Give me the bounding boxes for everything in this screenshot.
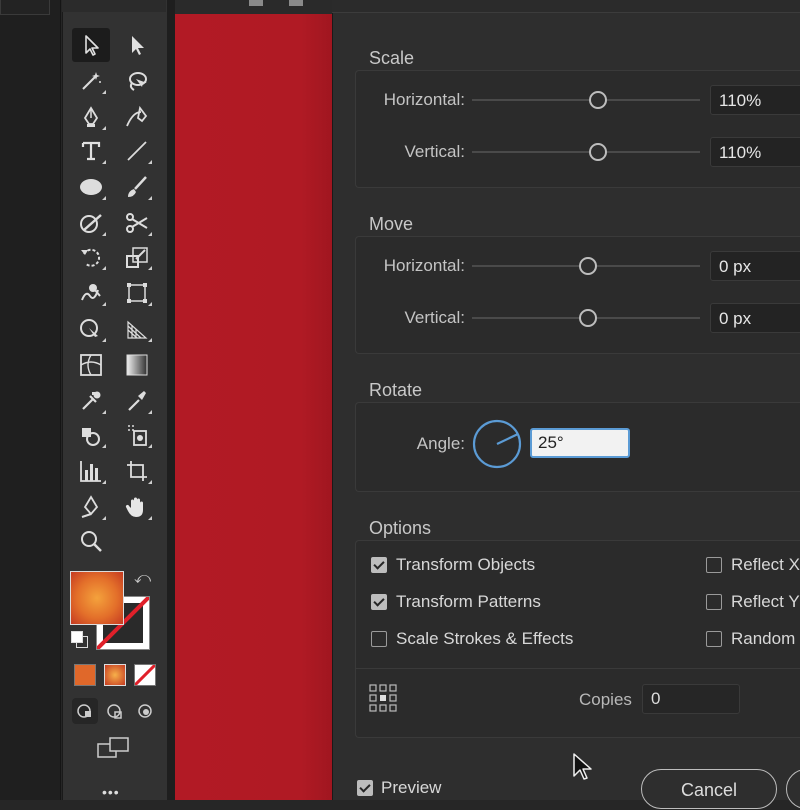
draw-behind-icon[interactable]	[102, 698, 128, 724]
mouse-cursor-icon	[572, 752, 594, 782]
warp-tool-icon[interactable]	[72, 276, 110, 310]
mesh-tool-icon[interactable]	[72, 348, 110, 382]
hand-tool-icon[interactable]	[118, 490, 156, 524]
eyedropper-icon[interactable]	[72, 384, 110, 418]
zoom-tool-icon[interactable]	[72, 524, 110, 558]
line-segment-icon[interactable]	[118, 134, 156, 168]
none-mode-button[interactable]	[134, 664, 156, 686]
copies-input[interactable]: 0	[642, 684, 740, 714]
preview-label[interactable]: Preview	[381, 778, 441, 798]
left-panel-strip	[0, 0, 61, 800]
curvature-tool-icon[interactable]	[118, 100, 156, 134]
random-checkbox[interactable]	[706, 631, 722, 647]
draw-normal-icon[interactable]	[72, 698, 98, 724]
screen-mode-icon[interactable]	[96, 736, 132, 760]
slice-tool-icon[interactable]	[72, 490, 110, 524]
fill-swatch[interactable]	[70, 571, 124, 625]
tab-button[interactable]	[289, 0, 303, 6]
tools-panel-header[interactable]	[62, 0, 166, 12]
document-tab-bar	[175, 0, 332, 14]
lasso-icon[interactable]	[118, 64, 156, 98]
scale-vertical-slider-knob[interactable]	[589, 143, 607, 161]
panel-tab[interactable]	[0, 0, 50, 15]
cancel-button[interactable]: Cancel	[641, 769, 777, 809]
move-vertical-slider-knob[interactable]	[579, 309, 597, 327]
scale-vertical-input[interactable]: 110%	[710, 137, 800, 167]
random-label[interactable]: Random	[731, 629, 795, 649]
angle-label: Angle:	[416, 434, 465, 453]
rotate-group-title: Rotate	[369, 380, 423, 400]
selection-tool-icon[interactable]	[72, 28, 110, 62]
artboard-red-shape[interactable]	[175, 0, 332, 800]
move-vertical-input[interactable]: 0 px	[710, 303, 800, 333]
draw-inside-icon[interactable]	[132, 698, 158, 724]
transform-objects-label[interactable]: Transform Objects	[396, 555, 535, 575]
transform-objects-checkbox[interactable]	[371, 557, 387, 573]
edit-toolbar-more[interactable]: •••	[102, 784, 120, 800]
graph-tool-icon[interactable]	[72, 454, 110, 488]
shape-builder-icon[interactable]	[72, 312, 110, 346]
scale-horizontal-input[interactable]: 110%	[710, 85, 800, 115]
tab-button[interactable]	[249, 0, 263, 6]
scale-strokes-checkbox[interactable]	[371, 631, 387, 647]
artboard-tool-icon[interactable]	[118, 454, 156, 488]
color-mode-button[interactable]	[74, 664, 96, 686]
reflect-y-label[interactable]: Reflect Y	[731, 592, 800, 612]
shaper-tool-icon[interactable]	[72, 206, 110, 240]
preview-checkbox[interactable]	[357, 780, 373, 796]
scale-group-title: Scale	[369, 48, 415, 68]
transform-patterns-checkbox[interactable]	[371, 594, 387, 610]
move-horizontal-input[interactable]: 0 px	[710, 251, 800, 281]
reference-point-icon[interactable]	[368, 683, 398, 713]
scale-tool-icon[interactable]	[118, 240, 156, 274]
rotate-tool-icon[interactable]	[72, 240, 110, 274]
canvas-gutter	[167, 0, 175, 800]
live-paint-icon[interactable]	[118, 418, 156, 452]
move-horizontal-slider-knob[interactable]	[579, 257, 597, 275]
perspective-grid-icon[interactable]	[118, 312, 156, 346]
swap-fill-stroke-icon[interactable]: ⤺	[134, 570, 151, 588]
reflect-x-label[interactable]: Reflect X	[731, 555, 800, 575]
dialog-title-bar	[332, 0, 800, 13]
pen-tool-icon[interactable]	[72, 100, 110, 134]
options-group-title: Options	[369, 518, 432, 538]
gradient-tool-icon[interactable]	[118, 348, 156, 382]
options-divider	[356, 668, 800, 669]
default-colors-icon[interactable]	[70, 630, 88, 648]
move-group-title: Move	[369, 214, 414, 234]
blend-tool-icon[interactable]	[118, 384, 156, 418]
paintbrush-icon[interactable]	[118, 170, 156, 204]
scale-horizontal-slider[interactable]	[472, 99, 700, 101]
scale-strokes-label[interactable]: Scale Strokes & Effects	[396, 629, 573, 649]
type-tool-icon[interactable]	[72, 134, 110, 168]
move-horizontal-label: Horizontal:	[383, 256, 465, 275]
direct-selection-tool-icon[interactable]	[118, 28, 156, 62]
scale-vertical-label: Vertical:	[404, 142, 465, 161]
copies-label: Copies	[579, 690, 632, 709]
scale-horizontal-label: Horizontal:	[383, 90, 465, 109]
move-vertical-label: Vertical:	[404, 308, 465, 327]
scissors-icon[interactable]	[118, 206, 156, 240]
angle-input[interactable]: 25°	[530, 428, 630, 458]
reflect-y-checkbox[interactable]	[706, 594, 722, 610]
symbol-sprayer-icon[interactable]	[72, 418, 110, 452]
reflect-x-checkbox[interactable]	[706, 557, 722, 573]
scale-vertical-slider[interactable]	[472, 151, 700, 153]
ellipse-tool-icon[interactable]	[72, 170, 110, 204]
magic-wand-icon[interactable]	[72, 64, 110, 98]
angle-dial[interactable]	[471, 418, 523, 470]
scale-horizontal-slider-knob[interactable]	[589, 91, 607, 109]
gradient-mode-button[interactable]	[104, 664, 126, 686]
transform-patterns-label[interactable]: Transform Patterns	[396, 592, 541, 612]
free-transform-icon[interactable]	[118, 276, 156, 310]
